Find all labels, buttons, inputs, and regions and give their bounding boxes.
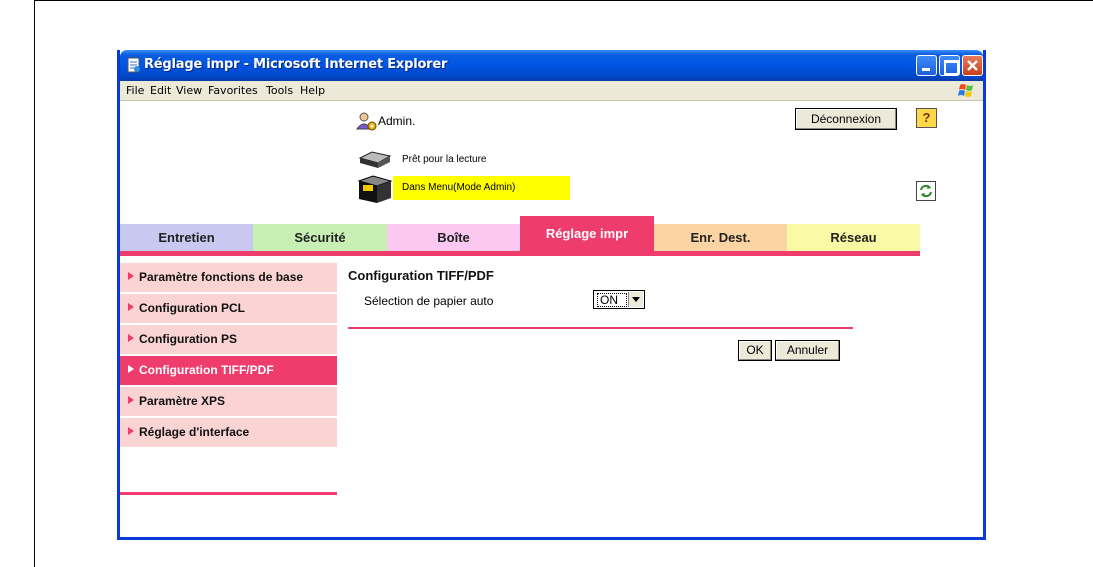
tab-boite[interactable]: Boîte [387,224,520,251]
chevron-down-icon[interactable] [628,292,643,307]
logout-button[interactable]: Déconnexion [795,108,897,130]
form-divider [348,327,853,329]
windows-logo-icon [958,84,973,97]
ok-button[interactable]: OK [738,340,772,361]
sidebar-item-configuration-tiff-pdf[interactable]: Configuration TIFF/PDF [120,356,337,385]
page-title: Configuration TIFF/PDF [348,268,494,283]
sidebar-item-label: Configuration PCL [139,301,245,315]
tab-underline [120,251,920,256]
tab-reglage-impr[interactable]: Réglage impr [520,216,654,251]
minimize-button[interactable] [916,55,937,76]
window-title: Réglage impr - Microsoft Internet Explor… [144,57,448,72]
triangle-right-icon [128,427,134,435]
sidebar-item-parametre-fonctions-de-base[interactable]: Paramètre fonctions de base [120,263,337,292]
browser-window: Réglage impr - Microsoft Internet Explor… [117,50,986,540]
triangle-right-icon [128,334,134,342]
triangle-right-icon [128,365,134,373]
menu-file[interactable]: File [126,84,144,97]
title-bar[interactable]: Réglage impr - Microsoft Internet Explor… [120,50,983,81]
sidebar-item-label: Configuration TIFF/PDF [139,363,274,377]
sidebar-item-label: Paramètre XPS [139,394,226,408]
menu-favorites[interactable]: Favorites [208,84,258,97]
triangle-right-icon [128,396,134,404]
sidebar-divider [120,492,337,495]
admin-user-icon [356,112,377,131]
sidebar-item-reglage-interface[interactable]: Réglage d'interface [120,418,337,447]
triangle-right-icon [128,272,134,280]
ie-page-icon [127,57,140,73]
paper-auto-select[interactable]: ON [593,290,645,309]
menu-edit[interactable]: Edit [150,84,171,97]
sidebar-item-label: Réglage d'interface [139,425,250,439]
sidebar-item-parametre-xps[interactable]: Paramètre XPS [120,387,337,416]
menu-help[interactable]: Help [300,84,325,97]
refresh-icon[interactable] [916,181,936,201]
page-content: Admin. Déconnexion ? Prêt pour la lectur… [120,101,983,537]
tab-securite[interactable]: Sécurité [253,224,387,251]
triangle-right-icon [128,303,134,311]
sidebar-item-label: Configuration PS [139,332,237,346]
sidebar-item-configuration-ps[interactable]: Configuration PS [120,325,337,354]
mode-status: Dans Menu(Mode Admin) [393,176,570,200]
tab-entretien[interactable]: Entretien [120,224,253,251]
sidebar: Paramètre fonctions de base Configuratio… [120,263,337,449]
tab-bar: Entretien Sécurité Boîte Réglage impr En… [120,216,920,251]
tab-enr-dest[interactable]: Enr. Dest. [654,224,787,251]
menu-view[interactable]: View [176,84,202,97]
sidebar-item-configuration-pcl[interactable]: Configuration PCL [120,294,337,323]
menu-bar: File Edit View Favorites Tools Help [120,81,983,101]
menu-tools[interactable]: Tools [266,84,293,97]
cancel-button[interactable]: Annuler [775,340,840,361]
help-button[interactable]: ? [916,108,937,128]
user-label: Admin. [378,114,416,128]
printer-icon [358,151,392,168]
close-button[interactable] [962,55,983,76]
maximize-button[interactable] [939,55,960,76]
tab-reseau[interactable]: Réseau [787,224,920,251]
select-value: ON [597,293,627,307]
machine-icon [357,175,393,203]
paper-auto-label: Sélection de papier auto [364,294,494,308]
sidebar-item-label: Paramètre fonctions de base [139,270,304,284]
close-icon [967,60,978,71]
ready-status: Prêt pour la lecture [402,154,487,165]
